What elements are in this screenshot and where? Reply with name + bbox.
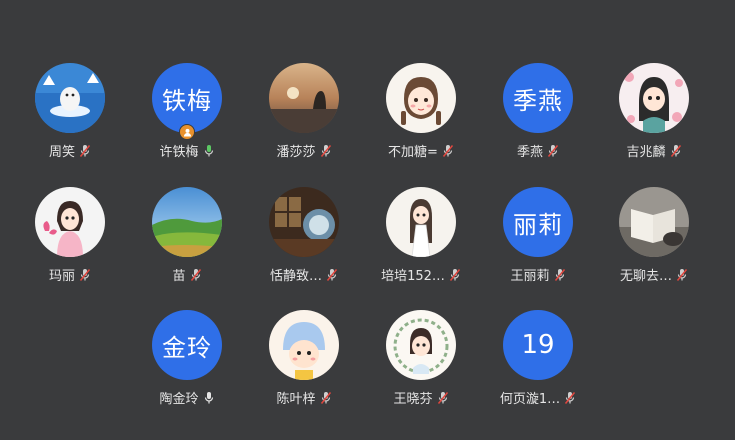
participant-name: 许铁梅 xyxy=(159,145,199,160)
participant-name: 苗 xyxy=(172,269,186,284)
participant-name: 王丽莉 xyxy=(510,269,550,284)
avatar: 铁梅 xyxy=(152,63,222,133)
participant-name: 周笑 xyxy=(48,145,75,160)
participant-tile[interactable]: 苗 xyxy=(127,187,247,287)
participant-name: 无聊去… xyxy=(619,269,672,284)
participant-name: 何页漩1… xyxy=(499,392,561,407)
mic-muted-icon xyxy=(442,144,454,158)
mic-muted-icon xyxy=(547,144,559,158)
mic-muted-icon xyxy=(449,268,461,282)
participant-tile[interactable]: 培培152… xyxy=(361,187,481,287)
participant-name-row: 不加糖= xyxy=(388,141,454,160)
participants-grid: 周笑 铁梅 许铁梅 潘莎莎 不加糖= 季燕 季燕 吉兆麟 玛丽 苗 恬静致… 培… xyxy=(0,0,735,440)
avatar-initials: 丽莉 xyxy=(513,210,563,239)
participant-tile[interactable]: 吉兆麟 xyxy=(594,63,714,163)
mic-on-icon xyxy=(203,391,215,405)
host-icon xyxy=(179,124,195,140)
participant-name: 玛丽 xyxy=(48,269,75,284)
mic-muted-icon xyxy=(437,391,449,405)
participant-name-row: 苗 xyxy=(172,265,201,284)
participant-name-row: 玛丽 xyxy=(49,265,91,284)
participant-name-row: 陶金玲 xyxy=(159,388,214,407)
participant-tile[interactable]: 丽莉 王丽莉 xyxy=(478,187,598,287)
mic-muted-icon xyxy=(79,268,91,282)
avatar-initials: 金玲 xyxy=(162,333,212,362)
participant-name: 王晓芬 xyxy=(393,392,433,407)
participant-name-row: 无聊去… xyxy=(620,265,688,284)
mic-muted-icon xyxy=(554,268,566,282)
participant-name: 季燕 xyxy=(516,145,543,160)
avatar xyxy=(269,310,339,380)
participant-name-row: 吉兆麟 xyxy=(626,141,681,160)
mic-muted-icon xyxy=(676,268,688,282)
mic-muted-icon xyxy=(320,391,332,405)
avatar-initials: 铁梅 xyxy=(162,86,212,115)
mic-muted-icon xyxy=(190,268,202,282)
mic-muted-icon xyxy=(320,144,332,158)
participant-tile[interactable]: 潘莎莎 xyxy=(244,63,364,163)
participant-name: 不加糖= xyxy=(388,145,438,160)
avatar: 丽莉 xyxy=(503,187,573,257)
participant-name-row: 许铁梅 xyxy=(159,141,214,160)
avatar xyxy=(35,187,105,257)
participant-tile[interactable]: 19 何页漩1… xyxy=(478,310,598,410)
participant-name: 陈叶梓 xyxy=(276,392,316,407)
participant-tile[interactable]: 不加糖= xyxy=(361,63,481,163)
participant-tile[interactable]: 无聊去… xyxy=(594,187,714,287)
avatar-initials: 19 xyxy=(521,330,555,360)
participant-tile[interactable]: 周笑 xyxy=(10,63,130,163)
participant-name-row: 陈叶梓 xyxy=(276,388,331,407)
participant-name-row: 何页漩1… xyxy=(500,388,576,407)
avatar xyxy=(269,187,339,257)
participant-name-row: 王丽莉 xyxy=(510,265,565,284)
avatar: 19 xyxy=(503,310,573,380)
participant-name-row: 恬静致… xyxy=(270,265,338,284)
avatar xyxy=(35,63,105,133)
avatar xyxy=(386,63,456,133)
avatar xyxy=(619,63,689,133)
mic-muted-icon xyxy=(326,268,338,282)
mic-muted-icon xyxy=(670,144,682,158)
avatar xyxy=(152,187,222,257)
mic-muted-icon xyxy=(79,144,91,158)
participant-name: 潘莎莎 xyxy=(276,145,316,160)
participant-name: 恬静致… xyxy=(269,269,322,284)
avatar xyxy=(386,187,456,257)
avatar xyxy=(386,310,456,380)
participant-name: 吉兆麟 xyxy=(626,145,666,160)
avatar xyxy=(269,63,339,133)
mic-muted-icon xyxy=(564,391,576,405)
participant-tile[interactable]: 恬静致… xyxy=(244,187,364,287)
participant-name-row: 季燕 xyxy=(517,141,559,160)
participant-tile[interactable]: 陈叶梓 xyxy=(244,310,364,410)
participant-name-row: 周笑 xyxy=(49,141,91,160)
participant-tile[interactable]: 玛丽 xyxy=(10,187,130,287)
participant-name-row: 潘莎莎 xyxy=(276,141,331,160)
participant-name-row: 培培152… xyxy=(381,265,461,284)
avatar: 金玲 xyxy=(152,310,222,380)
avatar-initials: 季燕 xyxy=(513,86,563,115)
participant-tile[interactable]: 王晓芬 xyxy=(361,310,481,410)
participant-tile[interactable]: 季燕 季燕 xyxy=(478,63,598,163)
participant-name-row: 王晓芬 xyxy=(393,388,448,407)
participant-tile[interactable]: 铁梅 许铁梅 xyxy=(127,63,247,163)
mic-on-icon xyxy=(203,144,215,158)
participant-name: 培培152… xyxy=(381,269,445,284)
avatar: 季燕 xyxy=(503,63,573,133)
participant-tile[interactable]: 金玲 陶金玲 xyxy=(127,310,247,410)
avatar xyxy=(619,187,689,257)
participant-name: 陶金玲 xyxy=(159,392,199,407)
